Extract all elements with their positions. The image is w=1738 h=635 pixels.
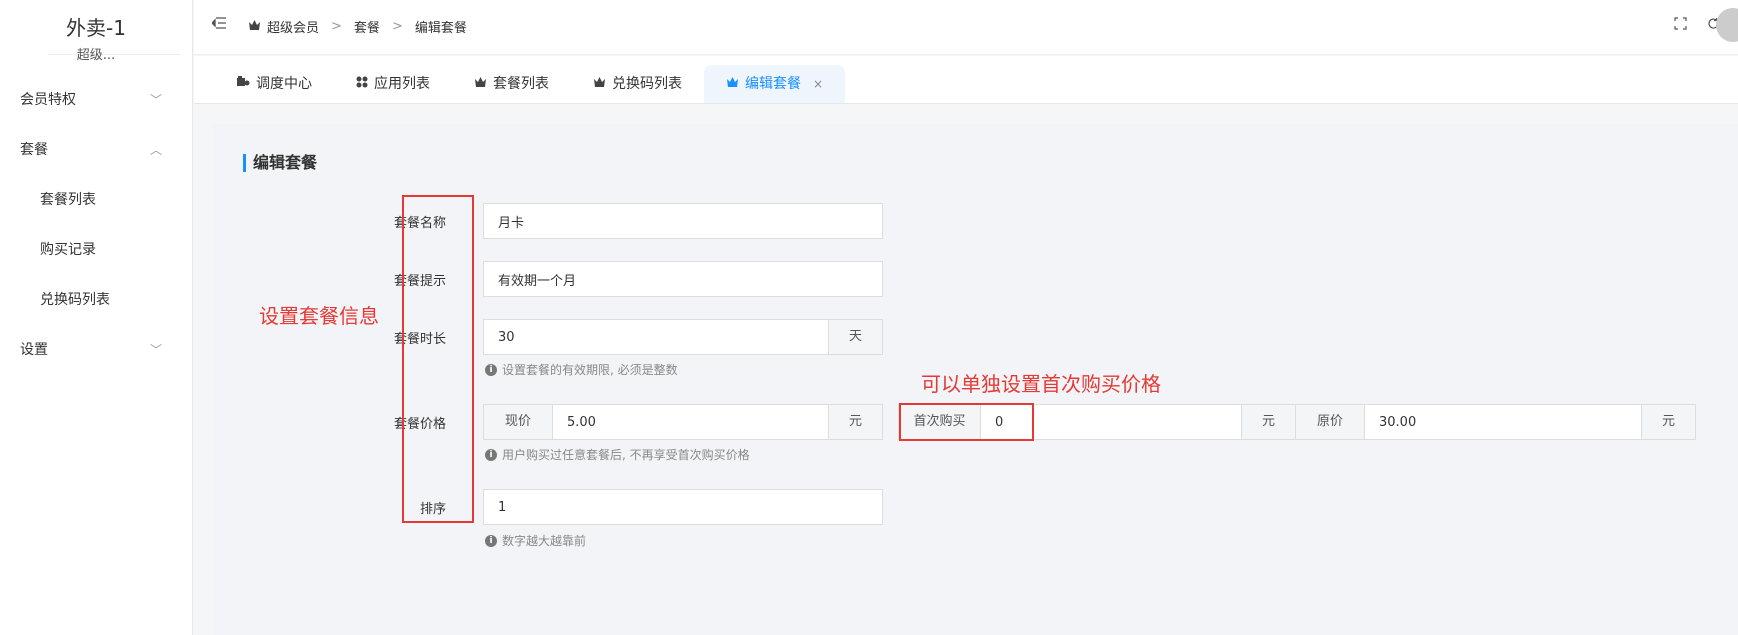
close-icon[interactable]: ×: [813, 65, 823, 103]
sidebar-menu: 会员特权 ﹀ 套餐 ︿ 套餐列表 购买记录 兑换码列表 设置 ﹀: [0, 75, 192, 375]
original-price-label: 原价: [1295, 404, 1365, 440]
top-header: 超级会员 > 套餐 > 编辑套餐: [194, 0, 1738, 55]
sidebar-subitem-redeem-codes[interactable]: 兑换码列表: [0, 275, 192, 325]
brand-subtitle: 超级...: [76, 48, 116, 63]
crown-icon: [248, 19, 261, 35]
breadcrumb: 超级会员 > 套餐 > 编辑套餐: [248, 17, 467, 36]
annotation-box-labels: [402, 195, 474, 523]
avatar[interactable]: [1716, 8, 1738, 42]
crown-icon: [726, 65, 739, 103]
duration-hint-text: 设置套餐的有效期限, 必须是整数: [502, 363, 678, 377]
sort-hint-text: 数字越大越靠前: [502, 534, 587, 548]
tab-bar: 调度中心 应用列表 套餐列表 兑换码列表 编辑套餐 ×: [194, 56, 1738, 104]
chevron-down-icon: ﹀: [149, 343, 162, 357]
menu-collapse-icon[interactable]: [211, 15, 226, 33]
original-price-input[interactable]: [1364, 404, 1642, 440]
sidebar-subitem-purchase-records[interactable]: 购买记录: [0, 225, 192, 275]
tab-edit-package[interactable]: 编辑套餐 ×: [704, 65, 846, 103]
info-icon: i: [485, 534, 497, 547]
first-buy-price-unit: 元: [1241, 404, 1296, 440]
tab-package-list[interactable]: 套餐列表: [452, 65, 571, 103]
duration-unit: 天: [828, 319, 883, 355]
crown-icon: [474, 65, 487, 103]
sidebar-item-label: 设置: [20, 342, 48, 358]
dashboard-icon: [236, 65, 250, 103]
tab-label: 应用列表: [374, 76, 430, 92]
sidebar-item-package[interactable]: 套餐 ︿: [0, 125, 192, 175]
duration-hint: i 设置套餐的有效期限, 必须是整数: [485, 361, 678, 378]
brand: 外卖-1 超级...: [48, 0, 180, 63]
page-title: 编辑套餐: [243, 154, 317, 172]
info-icon: i: [485, 448, 497, 461]
fullscreen-icon[interactable]: [1674, 16, 1687, 34]
chevron-up-icon: ︿: [149, 143, 162, 157]
apps-icon: [356, 65, 368, 103]
tab-label: 编辑套餐: [745, 76, 801, 92]
sort-input[interactable]: [483, 489, 883, 525]
annotation-text-first-buy: 可以单独设置首次购买价格: [921, 372, 1161, 396]
breadcrumb-item[interactable]: 超级会员: [267, 17, 319, 36]
tab-app-list[interactable]: 应用列表: [334, 65, 452, 103]
package-duration-input[interactable]: [483, 319, 829, 355]
crown-icon: [593, 65, 606, 103]
price-hint-text: 用户购买过任意套餐后, 不再享受首次购买价格: [502, 448, 750, 462]
price-hint: i 用户购买过任意套餐后, 不再享受首次购买价格: [485, 446, 750, 463]
brand-name: 外卖-1: [66, 16, 126, 40]
info-icon: i: [485, 363, 497, 376]
breadcrumb-separator: >: [331, 19, 342, 34]
chevron-down-icon: ﹀: [149, 93, 162, 107]
current-price-label: 现价: [483, 404, 553, 440]
sidebar-subitem-package-list[interactable]: 套餐列表: [0, 175, 192, 225]
tab-dispatch-center[interactable]: 调度中心: [214, 65, 334, 103]
tab-label: 套餐列表: [493, 76, 549, 92]
sort-hint: i 数字越大越靠前: [485, 532, 586, 549]
main-content: 编辑套餐 套餐名称 套餐提示 套餐时长 天 i 设置套餐的有效期限, 必须是整数…: [213, 124, 1738, 635]
annotation-text-set-info: 设置套餐信息: [259, 304, 379, 328]
breadcrumb-item[interactable]: 套餐: [354, 17, 380, 36]
original-price-unit: 元: [1641, 404, 1696, 440]
annotation-box-first-buy: [899, 403, 1034, 441]
breadcrumb-separator: >: [391, 19, 403, 34]
sidebar-item-label: 会员特权: [20, 92, 76, 108]
current-price-input[interactable]: [552, 404, 829, 440]
tab-label: 调度中心: [256, 76, 312, 92]
breadcrumb-item: 编辑套餐: [414, 21, 467, 36]
sidebar-item-label: 套餐: [20, 142, 48, 158]
package-tip-input[interactable]: [483, 261, 883, 297]
header-icons: [1674, 16, 1720, 34]
sidebar-item-settings[interactable]: 设置 ﹀: [0, 325, 192, 375]
tab-redeem-code-list[interactable]: 兑换码列表: [571, 65, 704, 103]
sidebar-item-member-privileges[interactable]: 会员特权 ﹀: [0, 75, 192, 125]
tab-label: 兑换码列表: [612, 76, 682, 92]
sidebar: 外卖-1 超级... 会员特权 ﹀ 套餐 ︿ 套餐列表 购买记录 兑换码列表 设…: [0, 0, 193, 635]
package-name-input[interactable]: [483, 203, 883, 239]
current-price-unit: 元: [828, 404, 883, 440]
